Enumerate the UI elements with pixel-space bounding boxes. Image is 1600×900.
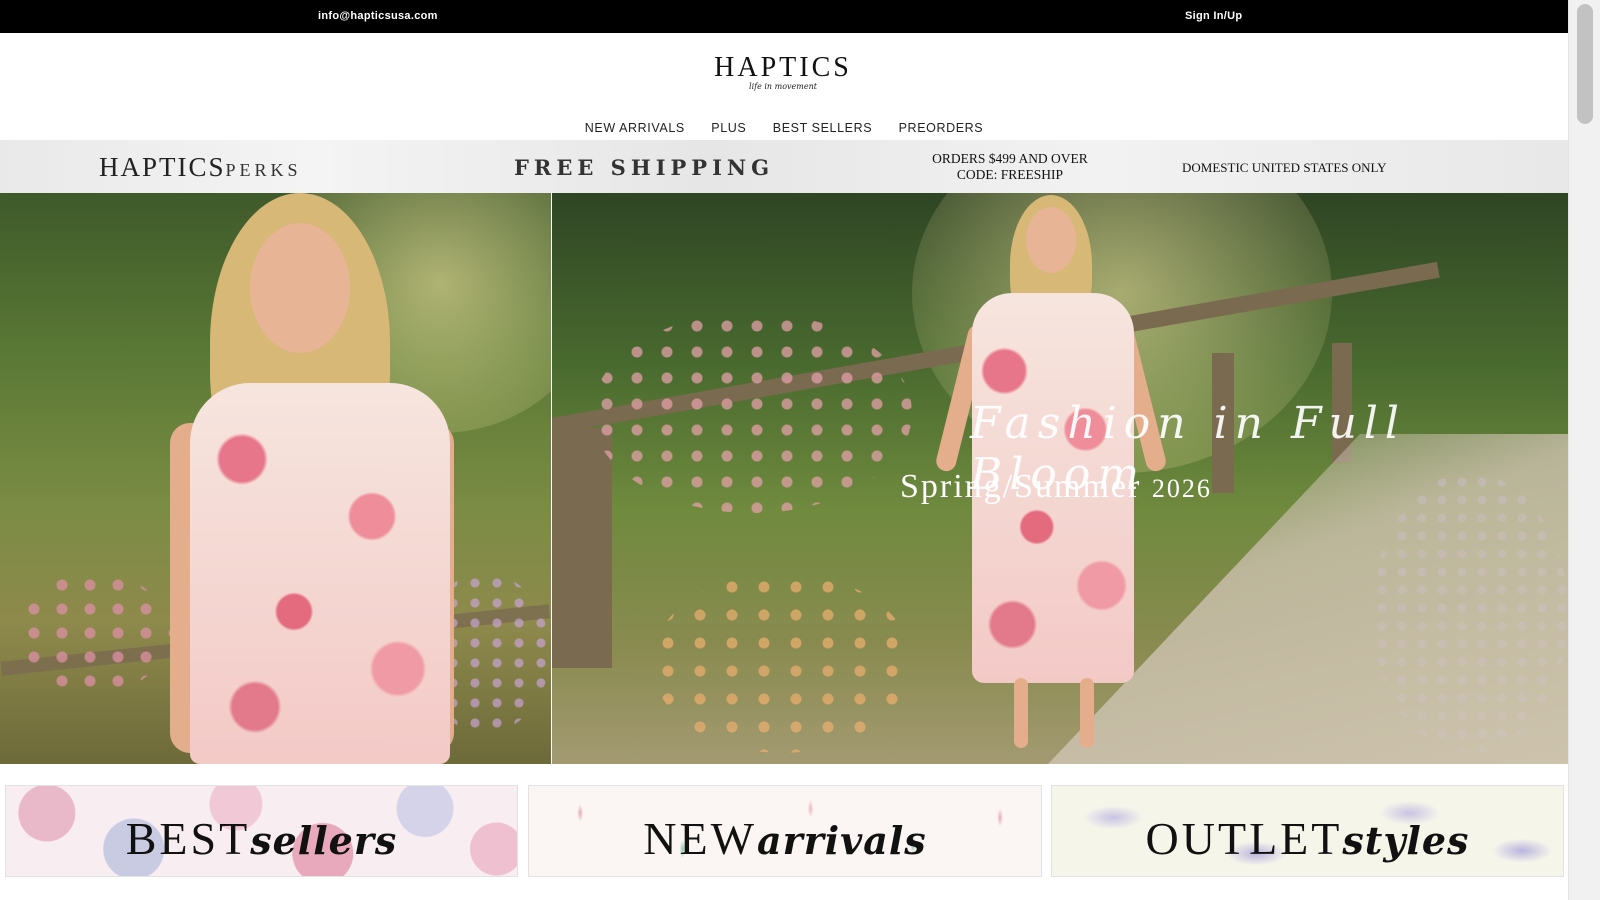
tile-label: OUTLETstyles [1052,812,1563,865]
nav-item-best-sellers[interactable]: BEST SELLERS [773,121,872,135]
model-left [160,193,480,764]
sign-in-link[interactable]: Sign In/Up [1185,10,1242,22]
orders-threshold-text: ORDERS $499 AND OVER CODE: FREESHIP [920,151,1100,183]
tile-label: NEWarrivals [529,812,1041,865]
hero-year: 2026 [1151,474,1212,503]
tile-label-script: styles [1342,818,1470,863]
tile-label-script: arrivals [757,818,927,863]
tile-label-script: sellers [250,818,398,863]
tile-label: BESTsellers [6,812,517,865]
tile-label-big: NEW [643,813,758,864]
nav-item-plus[interactable]: PLUS [711,121,746,135]
page-bottom-strip [0,877,1568,900]
category-tile-new-arrivals[interactable]: NEWarrivals [528,785,1042,877]
hero-subtitle: Spring/Summer 2026 [900,468,1212,506]
orders-line: ORDERS $499 AND OVER [932,151,1088,166]
perks-banner[interactable]: HAPTICSPERKS FREE SHIPPING ORDERS $499 A… [0,140,1568,193]
page-scrollbar[interactable] [1568,0,1600,900]
hero-image-left [0,193,551,764]
top-bar: info@hapticsusa.com Sign In/Up [0,0,1568,33]
hero-season: Spring/Summer [900,468,1142,505]
category-tile-best-sellers[interactable]: BESTsellers [5,785,518,877]
domestic-only-text: DOMESTIC UNITED STATES ONLY [1182,160,1387,175]
site-logo[interactable]: HAPTICS life in movement [708,52,858,91]
tile-label-big: BEST [125,813,251,864]
scrollbar-thumb[interactable] [1577,4,1593,124]
logo-brand: HAPTICS [714,52,852,83]
email-link[interactable]: info@hapticsusa.com [318,10,438,22]
promo-code-line: CODE: FREESHIP [956,167,1064,182]
hero-banner[interactable]: Fashion in Full Bloom Spring/Summer 2026 [0,193,1568,764]
nav-item-new-arrivals[interactable]: NEW ARRIVALS [585,121,685,135]
free-shipping-text: FREE SHIPPING [514,155,775,180]
perks-logo-main: HAPTICS [99,152,226,182]
perks-logo: HAPTICSPERKS [99,152,302,183]
main-nav: NEW ARRIVALS PLUS BEST SELLERS PREORDERS [0,119,1568,137]
category-tile-outlet-styles[interactable]: OUTLETstyles [1051,785,1564,877]
perks-logo-sub: PERKS [225,160,302,180]
nav-item-preorders[interactable]: PREORDERS [899,121,984,135]
tile-label-big: OUTLET [1145,813,1343,864]
